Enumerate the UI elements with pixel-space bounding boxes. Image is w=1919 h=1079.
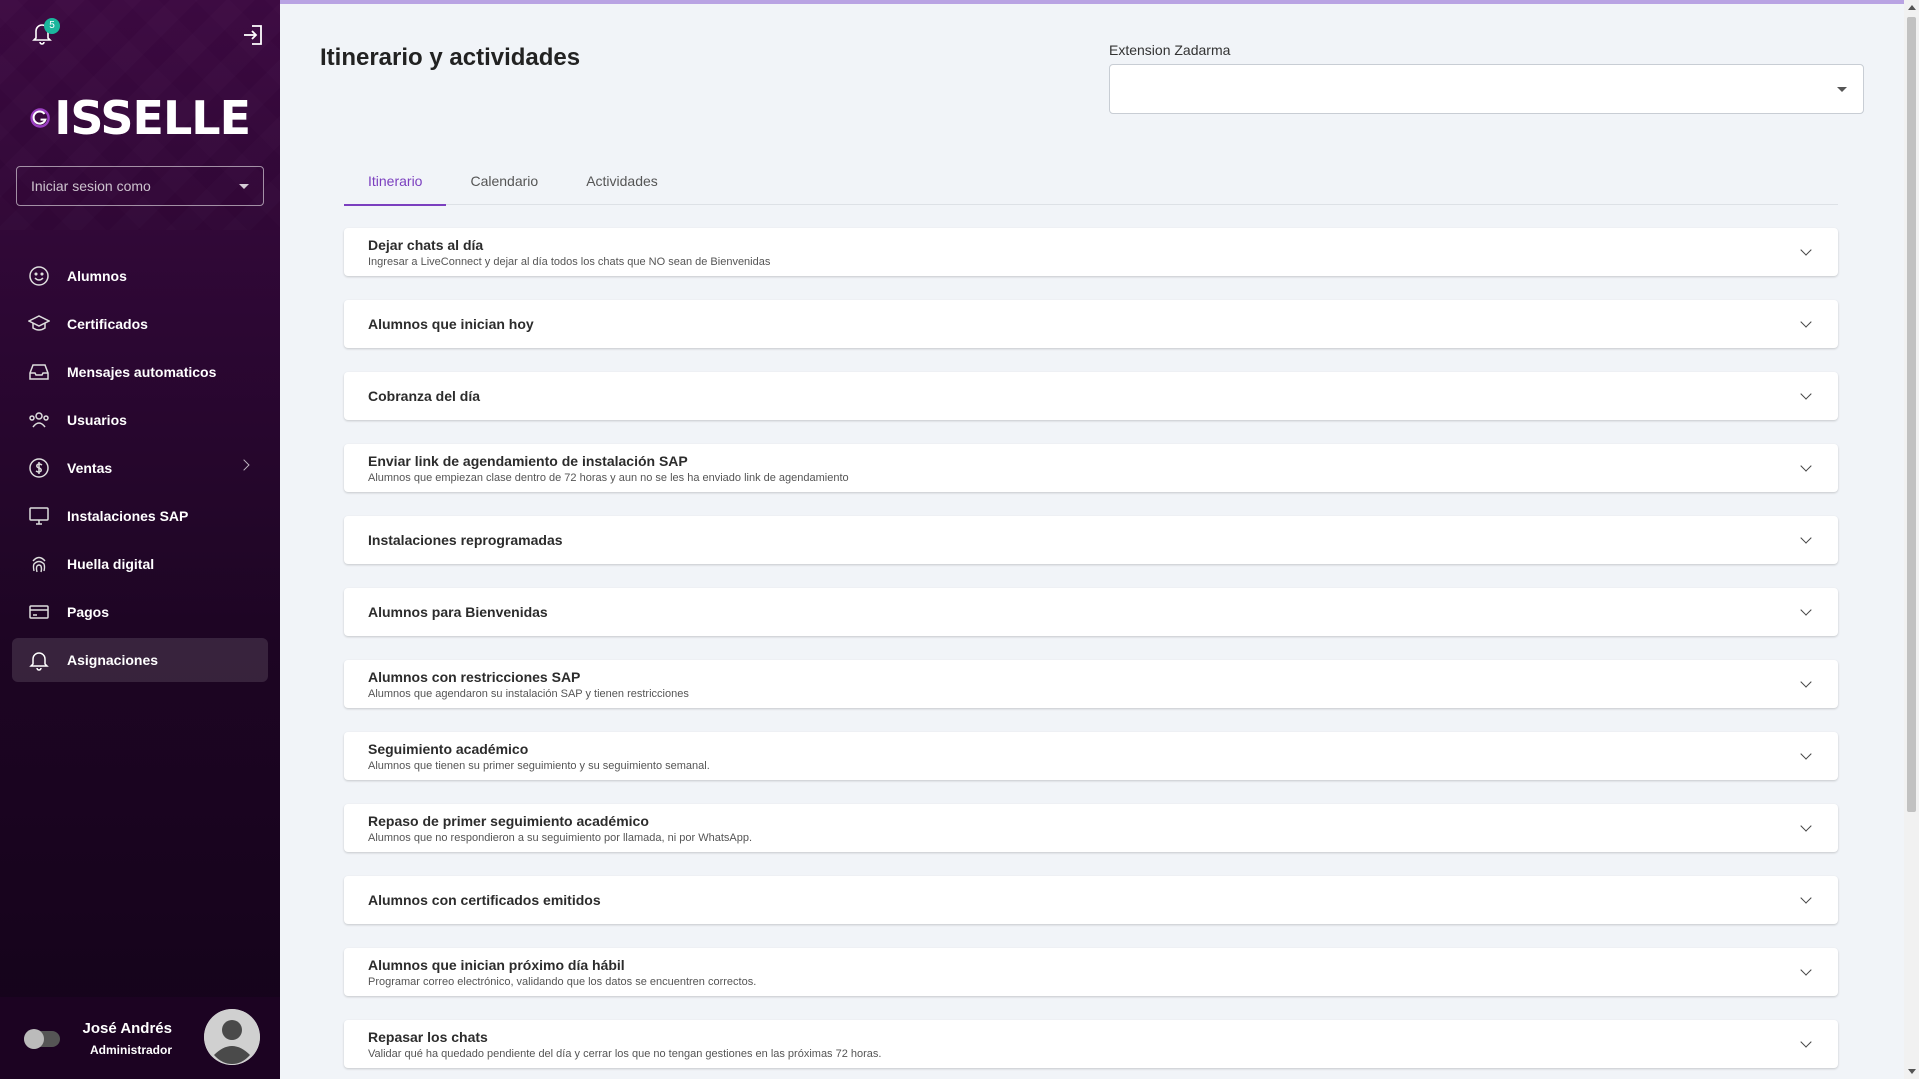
login-as-placeholder: Iniciar sesion como — [31, 178, 151, 194]
list-item[interactable]: Repasar los chats Validar qué ha quedado… — [344, 1020, 1838, 1068]
toggle-knob — [24, 1029, 44, 1049]
chevron-right-icon — [238, 459, 250, 471]
list-item[interactable]: Dejar chats al día Ingresar a LiveConnec… — [344, 228, 1838, 276]
tab-itinerario[interactable]: Itinerario — [344, 160, 447, 206]
item-title: Instalaciones reprogramadas — [368, 532, 563, 548]
itinerary-list: Dejar chats al día Ingresar a LiveConnec… — [344, 228, 1838, 1079]
sidebar-item-certificados[interactable]: Certificados — [12, 302, 268, 346]
sidebar-item-label: Mensajes automaticos — [67, 364, 217, 380]
users-icon — [28, 409, 50, 431]
sidebar-item-label: Huella digital — [67, 556, 155, 572]
logout-icon[interactable] — [242, 24, 266, 48]
scroll-down-arrow-icon[interactable] — [1908, 1069, 1916, 1074]
tab-bar: Itinerario Calendario Actividades — [344, 160, 1838, 206]
list-item[interactable]: Enviar link de agendamiento de instalaci… — [344, 444, 1838, 492]
sidebar-item-ventas[interactable]: Ventas — [12, 446, 268, 490]
credit-card-icon — [28, 601, 50, 623]
sidebar-item-label: Alumnos — [67, 268, 127, 284]
chevron-down-icon — [1837, 87, 1847, 92]
sidebar-item-label: Ventas — [67, 460, 113, 476]
logo-g-icon — [30, 108, 50, 128]
extension-select[interactable] — [1109, 64, 1864, 114]
sidebar-item-label: Pagos — [67, 604, 110, 620]
list-item[interactable]: Alumnos con certificados emitidos — [344, 876, 1838, 924]
sidebar-item-usuarios[interactable]: Usuarios — [12, 398, 268, 442]
item-title: Seguimiento académico — [368, 740, 529, 757]
sidebar-item-label: Certificados — [67, 316, 148, 332]
list-item[interactable]: Alumnos que inician próximo día hábil Pr… — [344, 948, 1838, 996]
theme-toggle[interactable] — [24, 1029, 60, 1049]
sidebar-item-pagos[interactable]: Pagos — [12, 590, 268, 634]
item-title: Alumnos que inician próximo día hábil — [368, 956, 625, 973]
fingerprint-icon — [28, 553, 50, 575]
item-subtitle: Ingresar a LiveConnect y dejar al día to… — [368, 255, 771, 268]
item-title: Dejar chats al día — [368, 236, 484, 253]
profile-role: Administrador — [89, 1043, 172, 1057]
item-title: Repasar los chats — [368, 1028, 488, 1045]
sidebar-item-instalaciones-sap[interactable]: Instalaciones SAP — [12, 494, 268, 538]
scroll-thumb[interactable] — [1907, 17, 1916, 812]
item-title: Alumnos con restricciones SAP — [368, 668, 581, 685]
sidebar-top-icons: 5 — [30, 18, 266, 52]
sidebar-item-label: Instalaciones SAP — [67, 508, 189, 524]
sidebar: 5 ISSELLE Iniciar sesion como Alumnos Ce… — [0, 0, 280, 1079]
monitor-icon — [28, 505, 50, 527]
chevron-down-icon — [239, 183, 249, 189]
list-item[interactable]: Cobranza del día — [344, 372, 1838, 420]
notification-badge: 5 — [44, 18, 60, 34]
item-title: Alumnos con certificados emitidos — [368, 892, 601, 908]
bell-icon — [28, 649, 50, 671]
item-title: Alumnos para Bienvenidas — [368, 604, 548, 620]
item-title: Enviar link de agendamiento de instalaci… — [368, 452, 688, 469]
top-accent-line — [280, 0, 1919, 4]
list-item[interactable]: Repaso de primer seguimiento académico A… — [344, 804, 1838, 852]
tab-calendario[interactable]: Calendario — [446, 160, 562, 205]
list-item[interactable]: Alumnos que inician hoy — [344, 300, 1838, 348]
inbox-icon — [28, 361, 50, 383]
sidebar-item-huella-digital[interactable]: Huella digital — [12, 542, 268, 586]
scroll-up-arrow-icon[interactable] — [1908, 5, 1916, 10]
list-item[interactable]: Alumnos para Bienvenidas — [344, 588, 1838, 636]
sidebar-item-label: Usuarios — [67, 412, 127, 428]
item-title: Repaso de primer seguimiento académico — [368, 812, 649, 829]
page-scrollbar[interactable] — [1904, 0, 1919, 1079]
profile-name: José Andrés — [82, 1020, 172, 1037]
login-as-select[interactable]: Iniciar sesion como — [16, 166, 264, 206]
notifications-bell-icon[interactable]: 5 — [30, 18, 60, 52]
list-item[interactable]: Seguimiento académico Alumnos que tienen… — [344, 732, 1838, 780]
list-item[interactable]: Alumnos con restricciones SAP Alumnos qu… — [344, 660, 1838, 708]
page-title: Itinerario y actividades — [320, 44, 581, 71]
item-subtitle: Programar correo electrónico, validando … — [368, 975, 757, 988]
extension-label: Extension Zadarma — [1109, 42, 1231, 58]
tab-actividades[interactable]: Actividades — [562, 160, 682, 205]
item-title: Cobranza del día — [368, 388, 481, 404]
user-avatar-icon — [204, 1009, 260, 1065]
smile-icon — [28, 265, 50, 287]
item-subtitle: Alumnos que no respondieron a su seguimi… — [368, 831, 753, 844]
logo-text: ISSELLE — [54, 91, 251, 145]
avatar[interactable] — [204, 1009, 260, 1065]
sidebar-item-label: Asignaciones — [67, 652, 159, 668]
dollar-icon — [28, 457, 50, 479]
item-subtitle: Alumnos que agendaron su instalación SAP… — [368, 687, 689, 700]
app-logo: ISSELLE — [30, 88, 251, 148]
user-profile: José Andrés Administrador — [0, 997, 280, 1079]
item-subtitle: Alumnos que empiezan clase dentro de 72 … — [368, 471, 849, 484]
sidebar-item-mensajes[interactable]: Mensajes automaticos — [12, 350, 268, 394]
item-title: Alumnos que inician hoy — [368, 316, 534, 332]
list-item[interactable]: Instalaciones reprogramadas — [344, 516, 1838, 564]
sidebar-item-alumnos[interactable]: Alumnos — [12, 254, 268, 298]
graduation-cap-icon — [28, 313, 50, 335]
sidebar-nav: Alumnos Certificados Mensajes automatico… — [12, 254, 268, 686]
sidebar-item-asignaciones[interactable]: Asignaciones — [12, 638, 268, 682]
item-subtitle: Validar qué ha quedado pendiente del día… — [368, 1047, 882, 1060]
item-subtitle: Alumnos que tienen su primer seguimiento… — [368, 759, 710, 772]
